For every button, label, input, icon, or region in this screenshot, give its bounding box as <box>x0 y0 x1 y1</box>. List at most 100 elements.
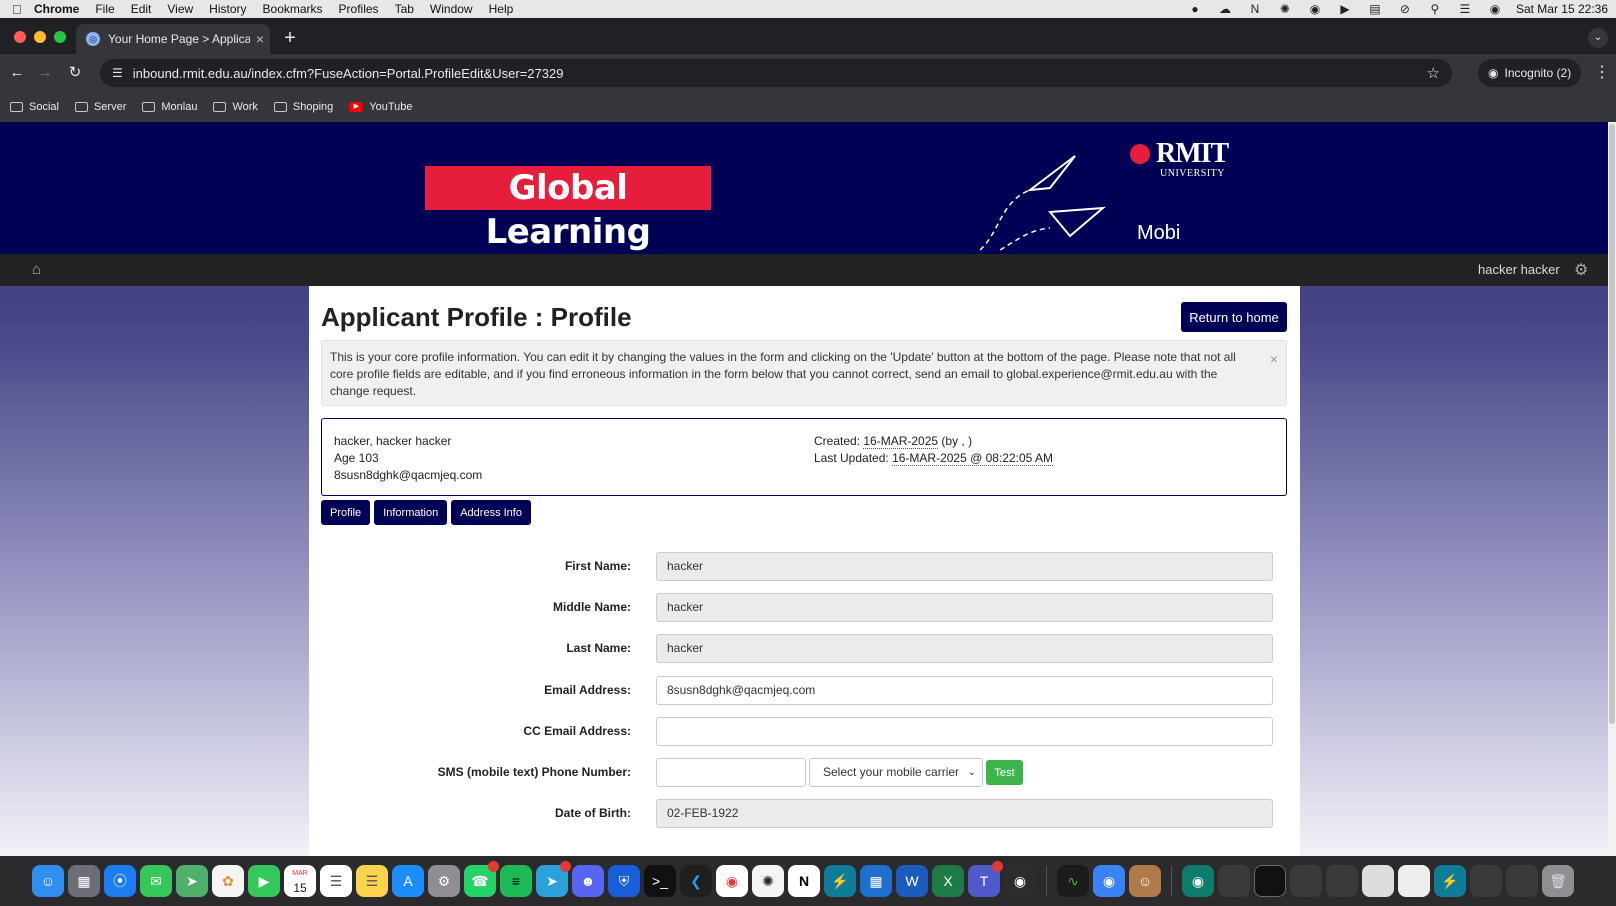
creative-cloud-icon[interactable]: ◉ <box>1306 2 1324 16</box>
excel-icon[interactable]: X <box>932 865 964 897</box>
minimized-window-icon[interactable] <box>1218 865 1250 897</box>
maps-icon[interactable]: ➤ <box>176 865 208 897</box>
photos-icon[interactable]: ✿ <box>212 865 244 897</box>
activity-monitor-icon[interactable]: ∿ <box>1057 865 1089 897</box>
safari-icon[interactable]: ⦿ <box>104 865 136 897</box>
user-folder-icon[interactable]: ☺ <box>1129 865 1161 897</box>
test-sms-button[interactable]: Test <box>986 760 1023 785</box>
search-icon[interactable]: ⚲ <box>1426 2 1444 16</box>
page-scrollbar[interactable] <box>1608 122 1616 856</box>
bitwarden-icon[interactable]: ⛨ <box>608 865 640 897</box>
dob-field[interactable]: 02-FEB-1922 <box>656 799 1273 828</box>
zoom-window-button[interactable] <box>54 31 66 43</box>
chatgpt-icon[interactable]: ✺ <box>752 865 784 897</box>
system-settings-icon[interactable]: ⚙ <box>428 865 460 897</box>
menu-file[interactable]: File <box>95 2 114 16</box>
status-extension-icon[interactable]: ● <box>1186 2 1204 16</box>
tab-search-button[interactable]: ⌄ <box>1588 28 1608 48</box>
bookmark-social[interactable]: Social <box>10 101 59 113</box>
last-name-field[interactable]: hacker <box>656 634 1273 663</box>
siri-icon[interactable]: ◉ <box>1486 2 1504 16</box>
play-icon[interactable]: ▶ <box>1336 2 1354 16</box>
tab-profile[interactable]: Profile <box>321 500 371 525</box>
screen-icon[interactable]: ▤ <box>1366 2 1384 16</box>
address-bar[interactable]: ☰ inbound.rmit.edu.au/index.cfm?FuseActi… <box>100 59 1452 87</box>
whatsapp-icon[interactable]: ☎ <box>464 861 499 897</box>
email-field[interactable]: 8susn8dghk@qacmjeq.com <box>656 676 1273 705</box>
chrome-menu-icon[interactable]: ⋮ <box>1594 62 1610 82</box>
bookmark-work[interactable]: Work <box>213 101 258 113</box>
scrollbar-thumb[interactable] <box>1609 124 1615 724</box>
menu-edit[interactable]: Edit <box>131 2 152 16</box>
chrome-icon[interactable]: ◉ <box>716 865 748 897</box>
menu-history[interactable]: History <box>209 2 246 16</box>
new-tab-button[interactable]: + <box>278 26 302 50</box>
menu-view[interactable]: View <box>167 2 193 16</box>
teams-icon[interactable]: T <box>968 861 1003 897</box>
minimized-window-icon[interactable] <box>1326 865 1358 897</box>
cloud-icon[interactable]: ☁ <box>1216 2 1234 16</box>
minimized-window-icon[interactable] <box>1290 865 1322 897</box>
minimize-window-button[interactable] <box>34 31 46 43</box>
global-learning-logo[interactable]: Global Learning <box>425 166 711 252</box>
bookmark-monlau[interactable]: Monlau <box>142 101 197 113</box>
notes-icon[interactable]: ☰ <box>356 865 388 897</box>
middle-name-field[interactable]: hacker <box>656 593 1273 622</box>
trash-icon[interactable]: 🗑 <box>1542 865 1574 897</box>
close-window-button[interactable] <box>14 31 26 43</box>
minimized-window-icon[interactable] <box>1506 865 1538 897</box>
apple-menu-icon[interactable]:  <box>12 2 34 17</box>
return-to-home-button[interactable]: Return to home <box>1181 302 1287 332</box>
bookmark-shoping[interactable]: Shoping <box>273 101 333 113</box>
obs-icon[interactable]: ◉ <box>1004 865 1036 897</box>
tab-address-info[interactable]: Address Info <box>451 500 531 525</box>
first-name-field[interactable]: hacker <box>656 552 1273 581</box>
menu-bookmarks[interactable]: Bookmarks <box>263 2 323 16</box>
minimized-window-icon[interactable] <box>1398 865 1430 897</box>
close-tab-icon[interactable]: × <box>250 31 270 47</box>
user-name[interactable]: hacker hacker <box>1478 262 1560 277</box>
word-icon[interactable]: W <box>896 865 928 897</box>
reload-icon[interactable]: ↻ <box>64 62 86 84</box>
menu-help[interactable]: Help <box>489 2 514 16</box>
windows-app-icon[interactable]: ▦ <box>860 865 892 897</box>
facetime-icon[interactable]: ▶ <box>248 865 280 897</box>
bookmark-server[interactable]: Server <box>74 101 126 113</box>
menu-chrome[interactable]: Chrome <box>34 2 79 16</box>
calendar-icon[interactable]: MAR 15 <box>284 865 316 897</box>
reminders-icon[interactable]: ☰ <box>320 865 352 897</box>
home-icon[interactable]: ⌂ <box>32 261 41 278</box>
wifi-off-icon[interactable]: ⊘ <box>1396 2 1414 16</box>
notion-status-icon[interactable]: N <box>1246 2 1264 16</box>
minimized-window-icon[interactable] <box>1362 865 1394 897</box>
app-store-icon[interactable]: A <box>392 865 424 897</box>
close-icon[interactable]: × <box>1270 351 1278 368</box>
menu-window[interactable]: Window <box>430 2 473 16</box>
site-info-icon[interactable]: ☰ <box>112 66 123 80</box>
tab-information[interactable]: Information <box>374 500 448 525</box>
cc-email-field[interactable] <box>656 717 1273 746</box>
menu-tab[interactable]: Tab <box>395 2 414 16</box>
menubar-clock[interactable]: Sat Mar 15 22:36 <box>1516 2 1608 16</box>
notion-icon[interactable]: N <box>788 865 820 897</box>
sms-phone-field[interactable] <box>656 758 806 787</box>
minimized-window-icon[interactable] <box>1470 865 1502 897</box>
bookmark-star-icon[interactable]: ☆ <box>1427 64 1440 82</box>
forward-arrow-icon[interactable]: → <box>34 62 56 84</box>
proxy-app-icon[interactable]: ◉ <box>1093 865 1125 897</box>
electric-icon[interactable]: ⚡ <box>824 865 856 897</box>
browser-tab-active[interactable]: ◎ Your Home Page > Applicant × <box>76 24 270 54</box>
vscode-icon[interactable]: ❮ <box>680 865 712 897</box>
mobile-carrier-select[interactable]: Select your mobile carrier ⌄ <box>809 758 983 787</box>
terminal-icon[interactable]: >_ <box>644 865 676 897</box>
bookmark-youtube[interactable]: ▶ YouTube <box>349 101 413 113</box>
openai-status-icon[interactable]: ✺ <box>1276 2 1294 16</box>
incognito-indicator[interactable]: ◉ Incognito (2) <box>1478 59 1582 87</box>
control-center-icon[interactable]: ☰ <box>1456 2 1474 16</box>
gear-icon[interactable]: ⚙ <box>1574 260 1588 280</box>
telegram-icon[interactable]: ➤ <box>536 861 571 897</box>
launchpad-icon[interactable]: ▦ <box>68 865 100 897</box>
minimized-window-icon[interactable]: ⚡ <box>1434 865 1466 897</box>
minimized-window-icon[interactable] <box>1254 865 1286 897</box>
finder-icon[interactable]: ☺ <box>32 865 64 897</box>
